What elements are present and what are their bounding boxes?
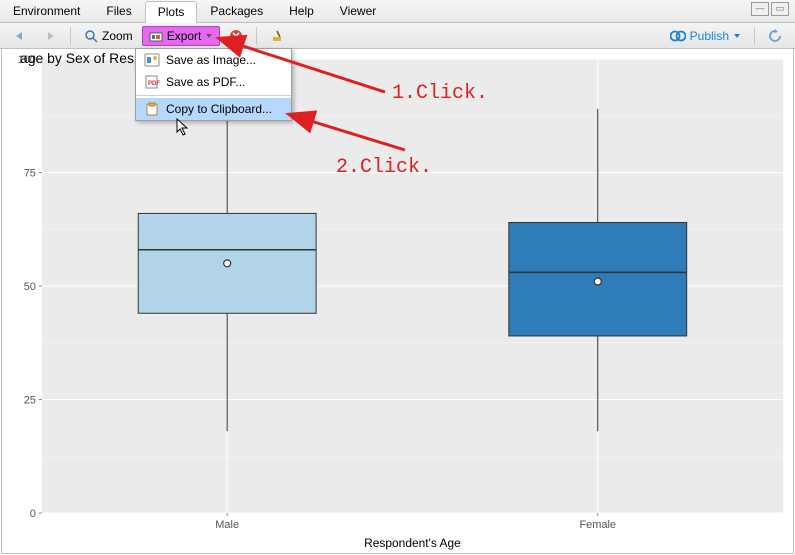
publish-button[interactable]: Publish (663, 26, 748, 46)
next-plot-button[interactable] (36, 27, 64, 45)
plots-toolbar: Zoom Export Publish (0, 23, 795, 49)
export-button[interactable]: Export (142, 26, 221, 46)
svg-text:75: 75 (24, 168, 36, 180)
image-file-icon (144, 53, 160, 67)
panel-tabs: Environment Files Plots Packages Help Vi… (0, 0, 795, 23)
chevron-down-icon (733, 32, 741, 40)
svg-text:Respondent's Age: Respondent's Age (364, 536, 461, 550)
separator (70, 27, 71, 45)
annotation-label-2: 2.Click. (336, 156, 432, 179)
zoom-icon (84, 29, 98, 43)
mouse-cursor-icon (176, 118, 192, 138)
svg-text:Female: Female (579, 519, 616, 531)
tab-help[interactable]: Help (276, 0, 327, 22)
menu-label: Copy to Clipboard... (166, 102, 272, 116)
annotation-arrow-1 (210, 30, 390, 100)
tab-files[interactable]: Files (93, 0, 144, 22)
annotation-arrow-2 (280, 108, 410, 158)
tab-packages[interactable]: Packages (197, 0, 276, 22)
svg-text:Male: Male (215, 519, 239, 531)
arrow-right-icon (43, 30, 57, 42)
minimize-pane-icon[interactable]: — (751, 2, 769, 16)
zoom-label: Zoom (102, 29, 133, 43)
menu-copy-to-clipboard[interactable]: Copy to Clipboard... (136, 98, 291, 120)
refresh-button[interactable] (761, 26, 789, 46)
prev-plot-button[interactable] (6, 27, 34, 45)
annotation-label-1: 1.Click. (392, 82, 488, 105)
separator (754, 27, 755, 45)
publish-label: Publish (690, 29, 729, 43)
svg-text:PDF: PDF (148, 81, 160, 87)
pdf-file-icon: PDF (144, 75, 160, 89)
svg-text:50: 50 (24, 281, 36, 293)
zoom-button[interactable]: Zoom (77, 26, 140, 46)
export-label: Export (167, 29, 202, 43)
maximize-pane-icon[interactable]: ▭ (771, 2, 789, 16)
export-icon (149, 30, 163, 42)
tab-environment[interactable]: Environment (0, 0, 93, 22)
arrow-left-icon (13, 30, 27, 42)
refresh-icon (768, 29, 782, 43)
tab-viewer[interactable]: Viewer (327, 0, 389, 22)
svg-text:0: 0 (30, 508, 36, 520)
publish-icon (670, 30, 686, 42)
svg-text:25: 25 (24, 394, 36, 406)
clipboard-icon (144, 102, 160, 116)
tab-plots[interactable]: Plots (145, 1, 198, 23)
